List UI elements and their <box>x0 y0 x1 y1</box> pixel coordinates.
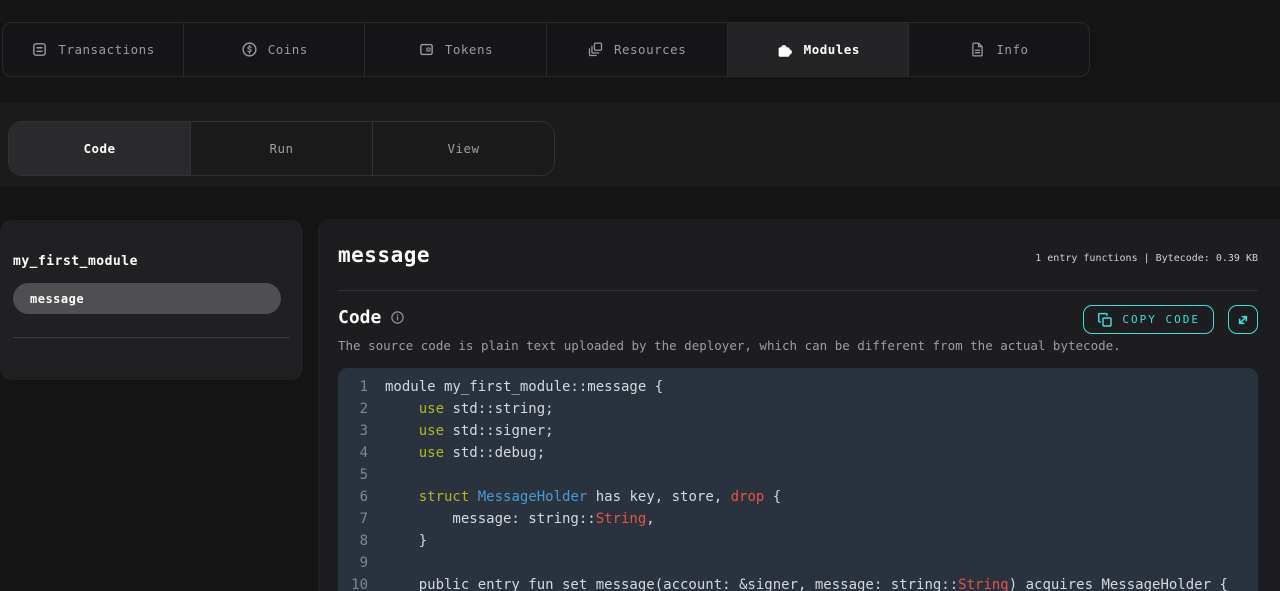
line-code: use std::debug; <box>368 442 545 464</box>
line-number: 6 <box>338 486 368 508</box>
code-line: 4 use std::debug; <box>338 442 1258 464</box>
tab-label: Modules <box>804 42 860 57</box>
line-code: } <box>368 530 427 552</box>
tab-label: Tokens <box>445 42 493 57</box>
copy-icon <box>1097 312 1113 328</box>
line-number: 8 <box>338 530 368 552</box>
source-code-block[interactable]: 1module my_first_module::message {2 use … <box>338 368 1258 591</box>
modules-icon <box>776 41 794 59</box>
code-line: 7 message: string::String, <box>338 508 1258 530</box>
tab-modules[interactable]: Modules <box>728 23 909 76</box>
line-code: message: string::String, <box>368 508 655 530</box>
sidebar-item-message[interactable]: message <box>13 283 281 314</box>
tab-transactions[interactable]: Transactions <box>3 23 184 76</box>
page-title: message <box>338 243 430 267</box>
copy-code-button[interactable]: COPY CODE <box>1083 305 1214 334</box>
expand-icon <box>1235 312 1251 328</box>
module-name: my_first_module <box>13 254 138 269</box>
line-number: 1 <box>338 376 368 398</box>
subtab-label: Code <box>83 141 115 156</box>
sidebar-item-label: message <box>30 292 84 306</box>
tab-label: Transactions <box>58 42 154 57</box>
code-lines: 1module my_first_module::message {2 use … <box>338 376 1258 591</box>
expand-code-button[interactable] <box>1228 305 1258 334</box>
code-section-description: The source code is plain text uploaded b… <box>338 338 1121 353</box>
line-number: 3 <box>338 420 368 442</box>
module-sidebar: my_first_module message <box>0 220 303 380</box>
sidebar-divider <box>13 337 290 338</box>
tab-label: Resources <box>614 42 686 57</box>
code-section-header: Code <box>338 307 405 328</box>
subtab-view[interactable]: View <box>373 122 554 175</box>
coins-icon <box>241 41 258 58</box>
top-nav: Transactions Coins Tokens Resources <box>2 22 1090 77</box>
line-number: 10 <box>338 574 368 591</box>
subtab-label: View <box>447 141 479 156</box>
line-number: 9 <box>338 552 368 574</box>
subtab-band: Code Run View <box>0 103 1280 187</box>
tab-tokens[interactable]: Tokens <box>365 23 546 76</box>
info-icon <box>969 41 986 58</box>
panel-divider <box>338 290 1258 291</box>
code-line: 9 <box>338 552 1258 574</box>
tab-label: Info <box>996 42 1028 57</box>
subtab-code[interactable]: Code <box>9 122 191 175</box>
info-circle-icon <box>390 310 405 325</box>
code-line: 5 <box>338 464 1258 486</box>
line-number: 4 <box>338 442 368 464</box>
line-code: module my_first_module::message { <box>368 376 663 398</box>
line-number: 5 <box>338 464 368 486</box>
line-code <box>368 552 385 574</box>
subtab-label: Run <box>269 141 293 156</box>
tab-info[interactable]: Info <box>909 23 1089 76</box>
code-line: 1module my_first_module::message { <box>338 376 1258 398</box>
code-line: 3 use std::signer; <box>338 420 1258 442</box>
subtab-run[interactable]: Run <box>191 122 373 175</box>
line-number: 7 <box>338 508 368 530</box>
copy-code-label: COPY CODE <box>1122 313 1200 326</box>
tab-label: Coins <box>268 42 308 57</box>
code-line: 8 } <box>338 530 1258 552</box>
line-code: struct MessageHolder has key, store, dro… <box>368 486 781 508</box>
code-line: 6 struct MessageHolder has key, store, d… <box>338 486 1258 508</box>
code-run-view-tabs: Code Run View <box>8 121 555 176</box>
tokens-icon <box>418 41 435 58</box>
tab-resources[interactable]: Resources <box>547 23 728 76</box>
module-meta: 1 entry functions | Bytecode: 0.39 KB <box>1035 253 1258 264</box>
line-code: use std::signer; <box>368 420 554 442</box>
code-line: 2 use std::string; <box>338 398 1258 420</box>
line-code <box>368 464 385 486</box>
line-number: 2 <box>338 398 368 420</box>
module-detail-panel: message 1 entry functions | Bytecode: 0.… <box>318 219 1280 591</box>
line-code: use std::string; <box>368 398 554 420</box>
transactions-icon <box>31 41 48 58</box>
resources-icon <box>587 41 604 58</box>
section-heading: Code <box>338 307 381 328</box>
tab-coins[interactable]: Coins <box>184 23 365 76</box>
line-code: public entry fun set_message(account: &s… <box>368 574 1228 591</box>
code-line: 10 public entry fun set_message(account:… <box>338 574 1258 591</box>
